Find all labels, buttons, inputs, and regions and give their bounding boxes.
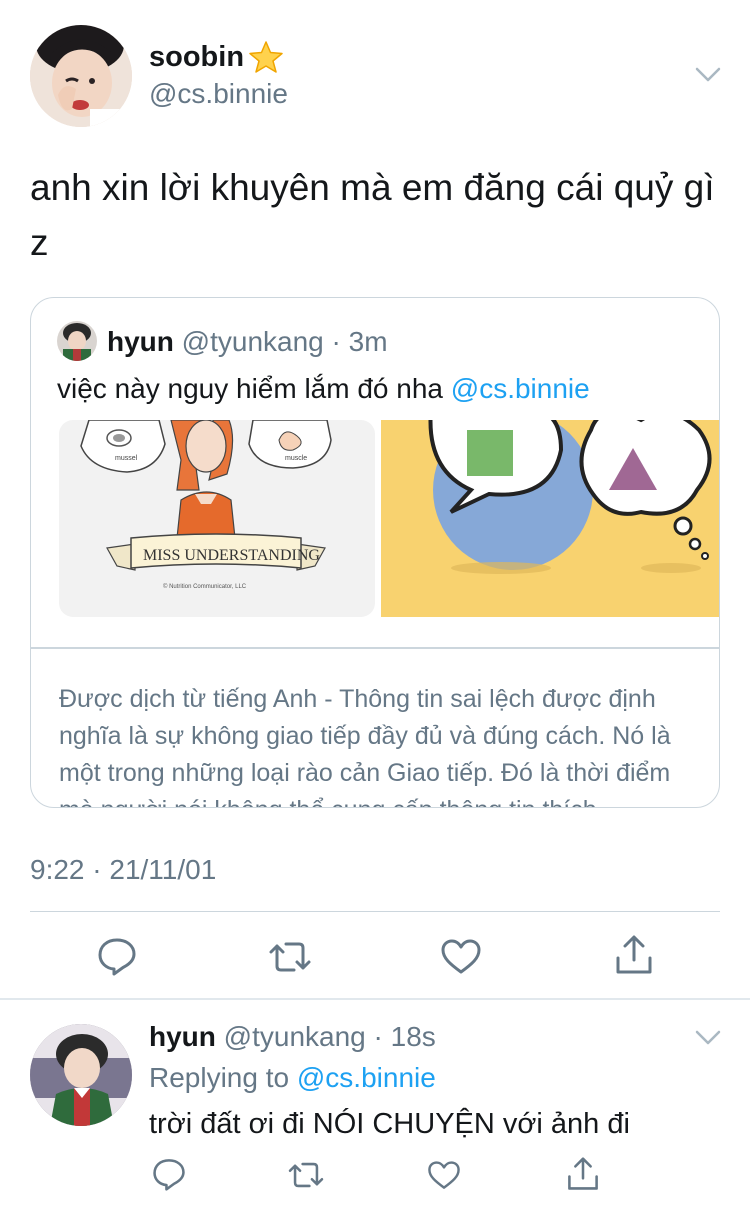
quoted-tweet-card[interactable]: hyun @tyunkang · 3m việc này nguy hiểm l… [30, 297, 720, 808]
reply-time: 18s [390, 1021, 436, 1052]
quoted-text: việc này nguy hiểm lắm đó nha @cs.binnie [57, 373, 590, 404]
reply-like-icon[interactable] [427, 1160, 461, 1191]
quoted-time: 3m [348, 326, 388, 357]
image-credit: © Nutrition Communicator, LLC [163, 583, 247, 590]
reply-reply-icon[interactable] [152, 1157, 186, 1191]
action-bar-divider [30, 911, 720, 912]
reply-text: trời đất ơi đi NÓI CHUYỆN với ảnh đi [149, 1108, 630, 1140]
tweet-text: anh xin lời khuyên mà em đăng cái quỷ gì… [30, 167, 715, 263]
quoted-author-name[interactable]: hyun [107, 326, 174, 357]
image-banner-text: MISS UNDERSTANDING [143, 547, 320, 564]
quoted-header: hyun @tyunkang · 3m [107, 326, 388, 358]
quoted-images[interactable]: mussel muscle MISS UNDERSTANDING © Nutri… [31, 420, 719, 617]
image-label-muscle: muscle [285, 455, 307, 462]
reply-author-name[interactable]: hyun [149, 1021, 216, 1052]
quoted-author-handle[interactable]: @tyunkang [182, 326, 324, 357]
tweet-timestamp: 9:22 · 21/11/01 [30, 854, 217, 885]
reply-author-avatar[interactable] [30, 1024, 132, 1126]
image-label-mussel: mussel [115, 455, 138, 462]
quoted-author-avatar[interactable] [57, 321, 97, 361]
quoted-separator: · [323, 326, 349, 357]
reply-separator: · [365, 1021, 391, 1052]
quoted-image-illustration: mussel muscle MISS UNDERSTANDING © Nutri… [31, 420, 719, 617]
like-icon[interactable] [440, 938, 482, 976]
author-avatar[interactable] [30, 25, 132, 127]
chevron-down-icon[interactable] [695, 67, 721, 83]
reply-retweet-icon[interactable] [287, 1159, 325, 1191]
star-badge-icon [249, 41, 283, 73]
reply-icon[interactable] [97, 936, 137, 976]
retweet-icon[interactable] [268, 938, 312, 976]
author-name[interactable]: soobin [149, 40, 284, 74]
replying-mention-link[interactable]: @cs.binnie [297, 1062, 436, 1093]
quoted-mention-link[interactable]: @cs.binnie [451, 373, 590, 404]
author-handle[interactable]: @cs.binnie [149, 78, 288, 110]
reply-author-handle[interactable]: @tyunkang [224, 1021, 366, 1052]
reply-share-icon[interactable] [566, 1156, 600, 1192]
reply-chevron-down-icon[interactable] [695, 1030, 721, 1046]
replying-to: Replying to @cs.binnie [149, 1062, 436, 1093]
translation-text: Được dịch từ tiếng Anh - Thông tin sai l… [59, 685, 671, 807]
share-icon[interactable] [614, 934, 654, 976]
author-name-text: soobin [149, 40, 245, 73]
reply-tweet[interactable]: hyun @tyunkang · 18s Replying to @cs.bin… [0, 1000, 750, 1212]
quoted-divider [31, 647, 719, 649]
main-tweet: soobin @cs.binnie anh xin lời khuyên mà … [0, 0, 750, 998]
reply-header: hyun @tyunkang · 18s [149, 1021, 436, 1053]
